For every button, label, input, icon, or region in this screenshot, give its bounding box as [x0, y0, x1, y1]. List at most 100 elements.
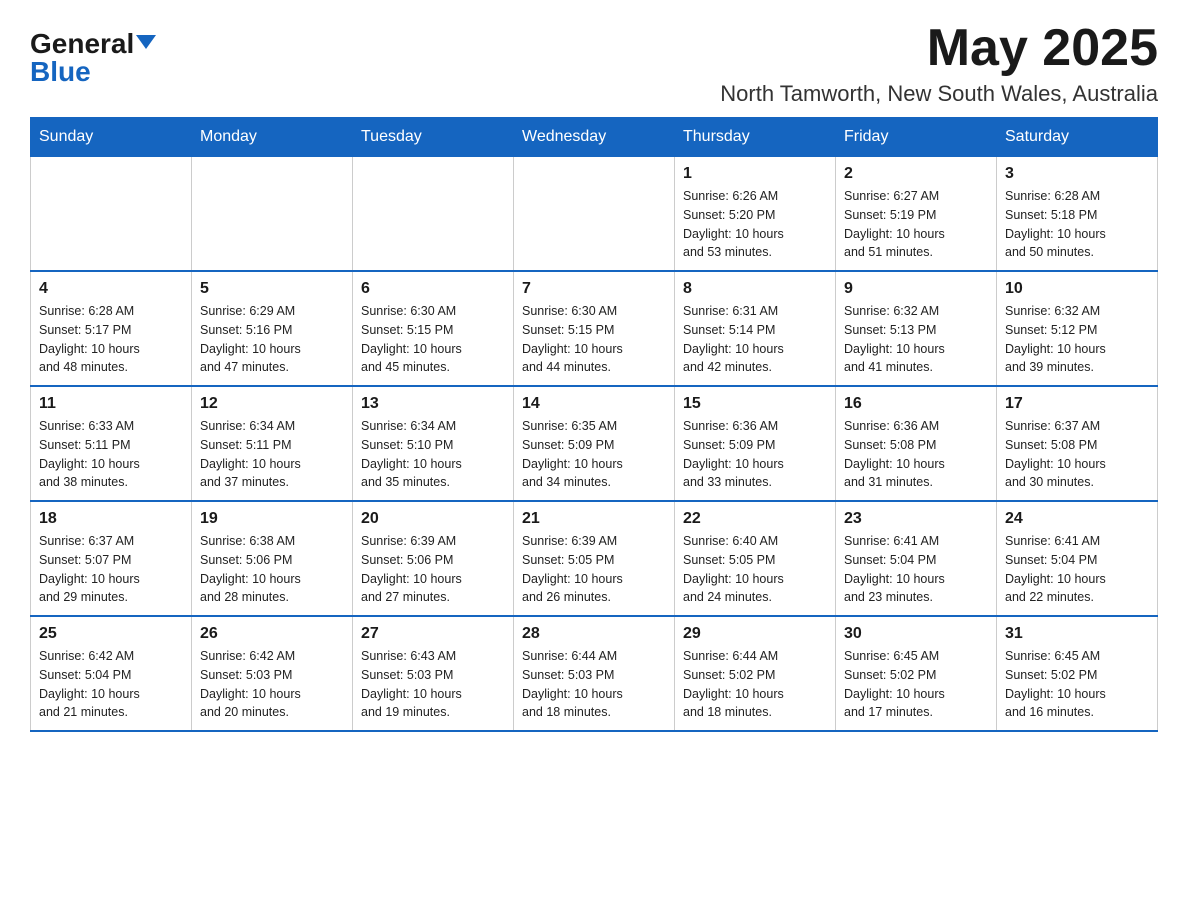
- day-number: 1: [683, 165, 827, 183]
- day-info: Sunrise: 6:43 AMSunset: 5:03 PMDaylight:…: [361, 647, 505, 722]
- weekday-header-tuesday: Tuesday: [353, 118, 514, 157]
- day-info: Sunrise: 6:37 AMSunset: 5:07 PMDaylight:…: [39, 532, 183, 607]
- day-info: Sunrise: 6:39 AMSunset: 5:05 PMDaylight:…: [522, 532, 666, 607]
- day-info: Sunrise: 6:44 AMSunset: 5:02 PMDaylight:…: [683, 647, 827, 722]
- day-number: 18: [39, 510, 183, 528]
- calendar-cell: 25Sunrise: 6:42 AMSunset: 5:04 PMDayligh…: [31, 616, 192, 731]
- calendar-cell: 1Sunrise: 6:26 AMSunset: 5:20 PMDaylight…: [675, 157, 836, 272]
- day-number: 20: [361, 510, 505, 528]
- day-number: 24: [1005, 510, 1149, 528]
- calendar-cell: 6 Sunrise: 6:30 AMSunset: 5:15 PMDaylight…: [353, 271, 514, 386]
- day-info: Sunrise: 6:31 AMSunset: 5:14 PMDaylight:…: [683, 302, 827, 377]
- weekday-header-wednesday: Wednesday: [514, 118, 675, 157]
- day-number: 17: [1005, 395, 1149, 413]
- logo-general-text: General: [30, 30, 134, 58]
- day-number: 27: [361, 625, 505, 643]
- calendar-cell: 13Sunrise: 6:34 AMSunset: 5:10 PMDayligh…: [353, 386, 514, 501]
- day-info: Sunrise: 6:32 AMSunset: 5:12 PMDaylight:…: [1005, 302, 1149, 377]
- day-number: 15: [683, 395, 827, 413]
- week-row-5: 25Sunrise: 6:42 AMSunset: 5:04 PMDayligh…: [31, 616, 1158, 731]
- calendar-cell: 22 Sunrise: 6:40 AMSunset: 5:05 PMDayligh…: [675, 501, 836, 616]
- calendar-cell: 21 Sunrise: 6:39 AMSunset: 5:05 PMDayligh…: [514, 501, 675, 616]
- calendar-cell: 16Sunrise: 6:36 AMSunset: 5:08 PMDayligh…: [836, 386, 997, 501]
- day-number: 21: [522, 510, 666, 528]
- day-info: Sunrise: 6:33 AMSunset: 5:11 PMDaylight:…: [39, 417, 183, 492]
- day-info: Sunrise: 6:45 AMSunset: 5:02 PMDaylight:…: [844, 647, 988, 722]
- calendar-cell: [31, 157, 192, 272]
- day-number: 3: [1005, 165, 1149, 183]
- day-info: Sunrise: 6:37 AMSunset: 5:08 PMDaylight:…: [1005, 417, 1149, 492]
- weekday-header-thursday: Thursday: [675, 118, 836, 157]
- day-info: Sunrise: 6:41 AMSunset: 5:04 PMDaylight:…: [844, 532, 988, 607]
- calendar-cell: 9 Sunrise: 6:32 AMSunset: 5:13 PMDaylight…: [836, 271, 997, 386]
- day-number: 22: [683, 510, 827, 528]
- logo-blue-text: Blue: [30, 58, 91, 86]
- week-row-2: 4 Sunrise: 6:28 AMSunset: 5:17 PMDaylight…: [31, 271, 1158, 386]
- weekday-header-friday: Friday: [836, 118, 997, 157]
- day-number: 31: [1005, 625, 1149, 643]
- calendar-cell: 19 Sunrise: 6:38 AMSunset: 5:06 PMDayligh…: [192, 501, 353, 616]
- day-number: 2: [844, 165, 988, 183]
- day-info: Sunrise: 6:30 AMSunset: 5:15 PMDaylight:…: [361, 302, 505, 377]
- month-year-title: May 2025: [720, 20, 1158, 77]
- day-info: Sunrise: 6:41 AMSunset: 5:04 PMDaylight:…: [1005, 532, 1149, 607]
- week-row-3: 11 Sunrise: 6:33 AMSunset: 5:11 PMDayligh…: [31, 386, 1158, 501]
- day-number: 5: [200, 280, 344, 298]
- day-number: 28: [522, 625, 666, 643]
- calendar-cell: 18 Sunrise: 6:37 AMSunset: 5:07 PMDayligh…: [31, 501, 192, 616]
- title-area: May 2025 North Tamworth, New South Wales…: [720, 20, 1158, 107]
- weekday-header-sunday: Sunday: [31, 118, 192, 157]
- calendar-cell: [192, 157, 353, 272]
- calendar-cell: 30 Sunrise: 6:45 AMSunset: 5:02 PMDayligh…: [836, 616, 997, 731]
- calendar-cell: 17 Sunrise: 6:37 AMSunset: 5:08 PMDayligh…: [997, 386, 1158, 501]
- day-info: Sunrise: 6:28 AMSunset: 5:17 PMDaylight:…: [39, 302, 183, 377]
- calendar-cell: 29 Sunrise: 6:44 AMSunset: 5:02 PMDayligh…: [675, 616, 836, 731]
- day-info: Sunrise: 6:34 AMSunset: 5:10 PMDaylight:…: [361, 417, 505, 492]
- calendar-cell: 4 Sunrise: 6:28 AMSunset: 5:17 PMDaylight…: [31, 271, 192, 386]
- calendar-cell: 5 Sunrise: 6:29 AMSunset: 5:16 PMDaylight…: [192, 271, 353, 386]
- week-row-1: 1Sunrise: 6:26 AMSunset: 5:20 PMDaylight…: [31, 157, 1158, 272]
- day-number: 12: [200, 395, 344, 413]
- day-info: Sunrise: 6:34 AMSunset: 5:11 PMDaylight:…: [200, 417, 344, 492]
- calendar-cell: 26Sunrise: 6:42 AMSunset: 5:03 PMDayligh…: [192, 616, 353, 731]
- day-info: Sunrise: 6:39 AMSunset: 5:06 PMDaylight:…: [361, 532, 505, 607]
- day-number: 30: [844, 625, 988, 643]
- calendar-table: SundayMondayTuesdayWednesdayThursdayFrid…: [30, 117, 1158, 732]
- day-number: 14: [522, 395, 666, 413]
- logo: General Blue: [30, 30, 156, 86]
- logo-arrow-icon: [136, 35, 156, 49]
- calendar-cell: 7Sunrise: 6:30 AMSunset: 5:15 PMDaylight…: [514, 271, 675, 386]
- calendar-cell: [514, 157, 675, 272]
- day-info: Sunrise: 6:32 AMSunset: 5:13 PMDaylight:…: [844, 302, 988, 377]
- calendar-cell: 3Sunrise: 6:28 AMSunset: 5:18 PMDaylight…: [997, 157, 1158, 272]
- calendar-cell: 2 Sunrise: 6:27 AMSunset: 5:19 PMDaylight…: [836, 157, 997, 272]
- location-subtitle: North Tamworth, New South Wales, Austral…: [720, 81, 1158, 107]
- week-row-4: 18 Sunrise: 6:37 AMSunset: 5:07 PMDayligh…: [31, 501, 1158, 616]
- calendar-cell: 24 Sunrise: 6:41 AMSunset: 5:04 PMDayligh…: [997, 501, 1158, 616]
- day-number: 25: [39, 625, 183, 643]
- day-number: 26: [200, 625, 344, 643]
- day-number: 9: [844, 280, 988, 298]
- day-number: 7: [522, 280, 666, 298]
- day-info: Sunrise: 6:29 AMSunset: 5:16 PMDaylight:…: [200, 302, 344, 377]
- calendar-cell: 11 Sunrise: 6:33 AMSunset: 5:11 PMDayligh…: [31, 386, 192, 501]
- day-number: 29: [683, 625, 827, 643]
- calendar-cell: 8Sunrise: 6:31 AMSunset: 5:14 PMDaylight…: [675, 271, 836, 386]
- day-info: Sunrise: 6:40 AMSunset: 5:05 PMDaylight:…: [683, 532, 827, 607]
- weekday-header-row: SundayMondayTuesdayWednesdayThursdayFrid…: [31, 118, 1158, 157]
- calendar-cell: 14Sunrise: 6:35 AMSunset: 5:09 PMDayligh…: [514, 386, 675, 501]
- calendar-cell: 31Sunrise: 6:45 AMSunset: 5:02 PMDayligh…: [997, 616, 1158, 731]
- day-number: 6: [361, 280, 505, 298]
- header: General Blue May 2025 North Tamworth, Ne…: [30, 20, 1158, 107]
- day-number: 16: [844, 395, 988, 413]
- day-number: 23: [844, 510, 988, 528]
- day-info: Sunrise: 6:36 AMSunset: 5:09 PMDaylight:…: [683, 417, 827, 492]
- weekday-header-monday: Monday: [192, 118, 353, 157]
- day-number: 4: [39, 280, 183, 298]
- calendar-cell: 28Sunrise: 6:44 AMSunset: 5:03 PMDayligh…: [514, 616, 675, 731]
- day-number: 19: [200, 510, 344, 528]
- calendar-cell: [353, 157, 514, 272]
- day-number: 11: [39, 395, 183, 413]
- day-info: Sunrise: 6:38 AMSunset: 5:06 PMDaylight:…: [200, 532, 344, 607]
- day-info: Sunrise: 6:27 AMSunset: 5:19 PMDaylight:…: [844, 187, 988, 262]
